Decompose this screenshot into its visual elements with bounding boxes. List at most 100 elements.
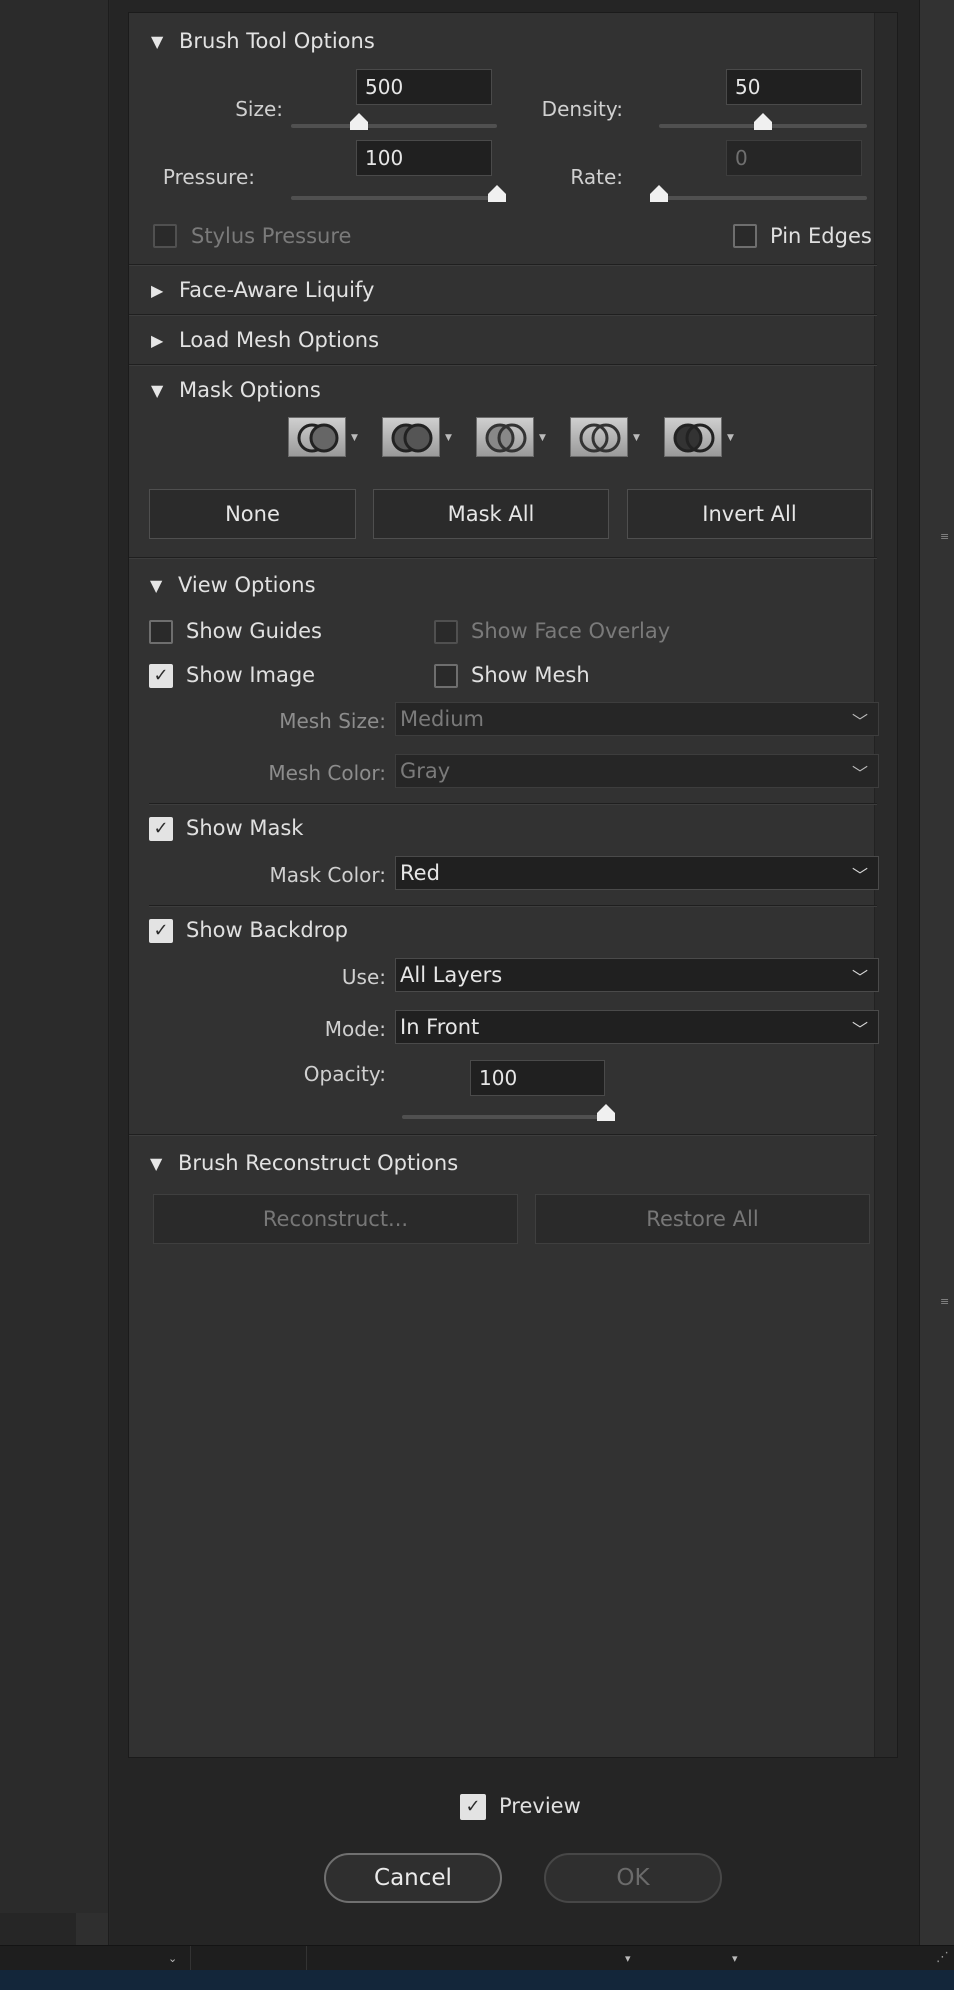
section-title: Load Mesh Options: [179, 328, 380, 352]
mask-all-button[interactable]: Mask All: [373, 489, 609, 539]
density-input[interactable]: 50: [726, 69, 862, 105]
chevron-down-icon: ﹀: [851, 866, 868, 885]
chevron-down-icon: ﹀: [851, 764, 868, 783]
section-divider: [129, 557, 877, 559]
sub-divider: [149, 905, 877, 907]
mode-dropdown[interactable]: In Front ﹀: [395, 1010, 879, 1044]
mask-color-value: Red: [400, 861, 440, 885]
preview-checkbox[interactable]: ✓: [460, 1794, 486, 1820]
pin-edges-label: Pin Edges: [770, 224, 872, 248]
mesh-size-dropdown[interactable]: Medium ﹀: [395, 702, 879, 736]
stylus-pressure-checkbox[interactable]: [153, 224, 177, 248]
load-mesh-options-header[interactable]: ▶ Load Mesh Options: [151, 325, 379, 355]
mask-none-button[interactable]: None: [149, 489, 356, 539]
mesh-size-label: Mesh Size:: [279, 709, 386, 733]
brush-tool-options-header[interactable]: ▼ Brush Tool Options: [151, 26, 375, 56]
mask-color-dropdown[interactable]: Red ﹀: [395, 856, 879, 890]
show-mask-label: Show Mask: [186, 816, 304, 840]
rate-slider-track[interactable]: [659, 196, 867, 200]
show-face-overlay-label: Show Face Overlay: [471, 619, 671, 643]
show-guides-label: Show Guides: [186, 619, 322, 643]
chevron-down-icon[interactable]: ▼: [351, 433, 358, 443]
mask-replace-icon[interactable]: [288, 417, 346, 457]
section-divider: [129, 314, 877, 316]
use-dropdown[interactable]: All Layers ﹀: [395, 958, 879, 992]
show-backdrop-label: Show Backdrop: [186, 918, 349, 942]
chevron-down-icon[interactable]: ▼: [727, 433, 734, 443]
restore-all-button[interactable]: Restore All: [535, 1194, 870, 1244]
chevron-down-icon: ﹀: [851, 968, 868, 987]
reconstruct-button[interactable]: Reconstruct...: [153, 1194, 518, 1244]
chevron-down-icon[interactable]: ▼: [445, 433, 452, 443]
mesh-size-value: Medium: [400, 707, 484, 731]
mask-intersect-icon[interactable]: [570, 417, 628, 457]
show-image-checkbox[interactable]: ✓: [149, 664, 173, 688]
brush-reconstruct-options-header[interactable]: ▼ Brush Reconstruct Options: [150, 1148, 458, 1178]
show-guides-checkbox[interactable]: [149, 620, 173, 644]
mode-value: In Front: [400, 1015, 480, 1039]
section-title: Brush Tool Options: [179, 29, 375, 53]
pressure-slider-track[interactable]: [291, 196, 497, 200]
mask-color-label: Mask Color:: [269, 863, 386, 887]
use-value: All Layers: [400, 963, 503, 987]
resize-grip-icon[interactable]: ⋰: [936, 1950, 949, 1965]
mesh-color-dropdown[interactable]: Gray ﹀: [395, 754, 879, 788]
chevron-down-icon[interactable]: ▼: [633, 433, 640, 443]
show-backdrop-checkbox[interactable]: ✓: [149, 919, 173, 943]
chevron-icon[interactable]: ⌄: [168, 1952, 177, 1965]
stylus-pressure-label: Stylus Pressure: [191, 224, 352, 248]
resize-handle-icon[interactable]: ≡: [940, 1295, 954, 1309]
mask-add-icon[interactable]: [382, 417, 440, 457]
expanded-triangle-icon: ▼: [150, 575, 163, 595]
chevron-down-icon[interactable]: ▼: [539, 433, 546, 443]
preview-label: Preview: [499, 1794, 581, 1818]
left-strip-corner: [76, 1913, 108, 1945]
taskbar-strip: [0, 1970, 954, 1990]
opacity-label: Opacity:: [303, 1062, 386, 1086]
view-options-header[interactable]: ▼ View Options: [150, 570, 316, 600]
section-title: View Options: [178, 573, 316, 597]
invert-all-button[interactable]: Invert All: [627, 489, 872, 539]
left-strip: [0, 0, 110, 1945]
section-divider: [129, 1134, 877, 1136]
section-title: Face-Aware Liquify: [179, 278, 375, 302]
chevron-down-icon: ﹀: [851, 712, 868, 731]
expanded-triangle-icon: ▼: [150, 1153, 163, 1173]
show-mesh-checkbox[interactable]: [434, 664, 458, 688]
chevron-down-icon[interactable]: ▾: [625, 1952, 631, 1965]
status-separator: [306, 1946, 308, 1970]
right-scroll-strip: ≡ ≡: [919, 0, 954, 1945]
size-input[interactable]: 500: [356, 69, 492, 105]
pressure-input[interactable]: 100: [356, 140, 492, 176]
collapsed-triangle-icon: ▶: [151, 280, 164, 300]
resize-handle-icon[interactable]: ≡: [940, 530, 954, 544]
opacity-slider-track[interactable]: [402, 1115, 606, 1119]
show-face-overlay-checkbox[interactable]: [434, 620, 458, 644]
use-label: Use:: [341, 965, 386, 989]
section-divider: [129, 264, 877, 266]
rate-input[interactable]: 0: [726, 140, 862, 176]
chevron-down-icon[interactable]: ▾: [732, 1952, 738, 1965]
section-divider: [129, 364, 877, 366]
show-mesh-label: Show Mesh: [471, 663, 590, 687]
opacity-input[interactable]: 100: [470, 1060, 605, 1096]
mask-options-header[interactable]: ▼ Mask Options: [151, 375, 321, 405]
cancel-button[interactable]: Cancel: [324, 1853, 502, 1903]
mesh-color-label: Mesh Color:: [268, 761, 386, 785]
size-slider-track[interactable]: [291, 124, 497, 128]
collapsed-triangle-icon: ▶: [151, 330, 164, 350]
mask-invert-icon[interactable]: [664, 417, 722, 457]
expanded-triangle-icon: ▼: [151, 31, 164, 51]
density-label: Density:: [541, 97, 623, 121]
mode-label: Mode:: [324, 1017, 386, 1041]
ok-button[interactable]: OK: [544, 1853, 722, 1903]
face-aware-liquify-header[interactable]: ▶ Face-Aware Liquify: [151, 275, 374, 305]
mask-subtract-icon[interactable]: [476, 417, 534, 457]
pin-edges-checkbox[interactable]: [733, 224, 757, 248]
size-label: Size:: [235, 97, 283, 121]
section-title: Mask Options: [179, 378, 321, 402]
mesh-color-value: Gray: [400, 759, 451, 783]
show-mask-checkbox[interactable]: ✓: [149, 817, 173, 841]
show-image-label: Show Image: [186, 663, 316, 687]
rate-label: Rate:: [570, 165, 623, 189]
